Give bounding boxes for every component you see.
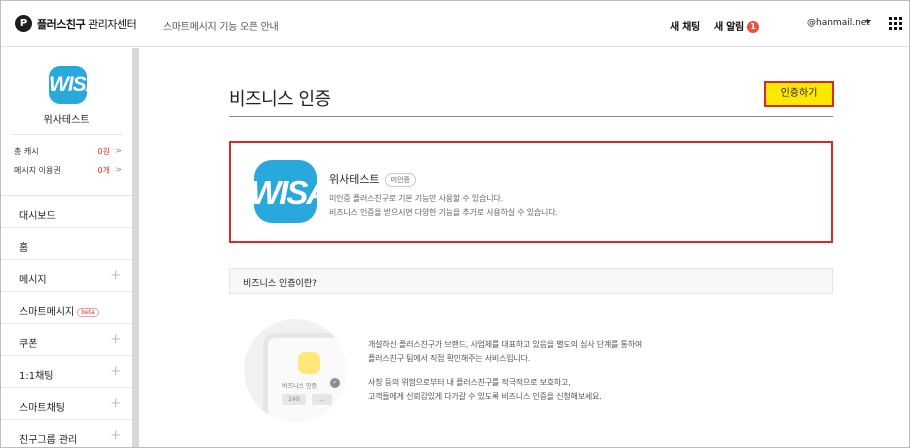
explanation-line-1: 개설하신 플러스친구가 브랜드, 사업체를 대표하고 있음을 별도의 심사 단계…: [368, 340, 643, 349]
section-header: 비즈니스 인증이란?: [229, 268, 833, 294]
apps-grid-icon[interactable]: [889, 17, 902, 30]
illustration-pill: ...: [312, 394, 332, 405]
top-bar: P 플러스친구 관리자센터 스마트메시지 기능 오픈 안내 새 채팅 새 알림 1…: [1, 1, 909, 47]
message-voucher-label: 메시지 이용권: [14, 166, 61, 175]
chevron-right-icon: >: [115, 165, 122, 174]
sidebar-item-smart-message[interactable]: 스마트메시지 beta: [1, 293, 132, 324]
sidebar-item-label: 쿠폰: [19, 339, 38, 350]
explanation-line-2: 플러스친구 팀에서 직접 확인해주는 서비스입니다.: [368, 354, 531, 363]
smart-message-label: 스마트메시지: [19, 307, 75, 318]
new-chat-link[interactable]: 새 채팅: [670, 18, 700, 33]
apply-auth-button[interactable]: 인증하기: [764, 81, 834, 107]
business-name: 위사테스트: [329, 173, 380, 186]
account-menu[interactable]: @hanmail.net: [807, 18, 870, 28]
logo-title: 플러스친구: [37, 17, 86, 31]
sidebar-item-chat[interactable]: 1:1채팅 +: [1, 357, 132, 388]
app-window: P 플러스친구 관리자센터 스마트메시지 기능 오픈 안내 새 채팅 새 알림 1…: [0, 0, 910, 448]
plus-icon[interactable]: +: [110, 364, 121, 379]
title-divider: [229, 116, 833, 117]
plus-icon[interactable]: +: [110, 396, 121, 411]
profile-logo-text: WISA: [49, 73, 87, 96]
sidebar-item-label: 스마트메시지 beta: [19, 303, 99, 318]
logo-icon: P: [15, 15, 32, 32]
sidebar-item-label: 1:1채팅: [19, 371, 54, 382]
sidebar-item-friend-group[interactable]: 친구그룹 관리 +: [1, 421, 132, 447]
divider: [1, 195, 132, 196]
sidebar-item-label: 홈: [19, 243, 29, 254]
profile-name: 위사테스트: [43, 115, 90, 126]
new-alert-label: 새 알림: [714, 22, 744, 33]
sidebar-item-label: 대시보드: [19, 211, 56, 222]
message-voucher-row[interactable]: 메시지 이용권 0개 >: [14, 165, 122, 176]
business-logo-text: WISA: [254, 174, 317, 211]
sidebar-item-label: 친구그룹 관리: [19, 435, 78, 446]
profile-placeholder: [298, 352, 320, 374]
plus-icon[interactable]: +: [110, 268, 121, 283]
chevron-down-icon[interactable]: [865, 20, 871, 24]
phone-illustration: 비즈니스 인증 ✓ 249 ...: [263, 333, 347, 422]
alert-count-badge: 1: [746, 21, 759, 33]
total-cash-row[interactable]: 총 캐시 0원 >: [14, 146, 122, 157]
sidebar-scrollbar[interactable]: [132, 48, 139, 447]
page-title: 비즈니스 인증: [229, 89, 331, 110]
sidebar-item-home[interactable]: 홈: [1, 229, 132, 260]
chevron-right-icon: >: [115, 146, 122, 155]
illustration-pill: 249: [282, 394, 306, 405]
sidebar: WISA 위사테스트 총 캐시 0원 > 메시지 이용권 0개 > 대시보드 홈…: [1, 48, 138, 447]
status-badge: 미인증: [384, 173, 416, 187]
total-cash-label: 총 캐시: [14, 147, 39, 156]
illustration-label: 비즈니스 인증: [282, 383, 318, 390]
check-icon: ✓: [330, 378, 340, 388]
new-alert-link[interactable]: 새 알림 1: [714, 18, 759, 33]
sidebar-item-coupon[interactable]: 쿠폰 +: [1, 325, 132, 356]
explanation-line-3: 사칭 등의 위험으로부터 내 플러스친구를 적극적으로 보호하고,: [368, 378, 571, 387]
sidebar-item-smart-chat[interactable]: 스마트채팅 +: [1, 389, 132, 420]
plus-icon[interactable]: +: [110, 428, 121, 443]
total-cash-value: 0원: [97, 147, 110, 156]
profile-avatar: WISA: [49, 66, 87, 104]
divider: [11, 134, 123, 135]
business-logo: WISA: [254, 160, 317, 223]
card-description-2: 비즈니스 인증을 받으시면 다양한 기능을 추가로 사용하실 수 있습니다.: [329, 208, 558, 217]
sidebar-item-label: 메시지: [19, 275, 47, 286]
section-title: 비즈니스 인증이란?: [243, 279, 317, 289]
explanation-line-4: 고객들에게 신뢰감있게 다가갈 수 있도록 비즈니스 인증을 신청해보세요.: [368, 392, 602, 401]
verification-illustration: 비즈니스 인증 ✓ 249 ...: [244, 319, 347, 422]
message-voucher-value: 0개: [97, 166, 110, 175]
business-profile-card: WISA 위사테스트 미인증 미인증 플러스친구로 기본 기능만 사용할 수 있습…: [229, 141, 833, 243]
sidebar-item-label: 스마트채팅: [19, 403, 65, 414]
home-logo[interactable]: P 플러스친구 관리자센터: [15, 15, 137, 32]
logo-subtitle: 관리자센터: [88, 17, 137, 31]
card-description-1: 미인증 플러스친구로 기본 기능만 사용할 수 있습니다.: [329, 194, 503, 203]
beta-badge: beta: [77, 308, 99, 317]
notice-link[interactable]: 스마트메시지 기능 오픈 안내: [163, 18, 279, 33]
sidebar-item-message[interactable]: 메시지 +: [1, 261, 132, 292]
sidebar-item-dashboard[interactable]: 대시보드: [1, 197, 132, 228]
plus-icon[interactable]: +: [110, 332, 121, 347]
business-name-row: 위사테스트 미인증: [329, 171, 416, 187]
